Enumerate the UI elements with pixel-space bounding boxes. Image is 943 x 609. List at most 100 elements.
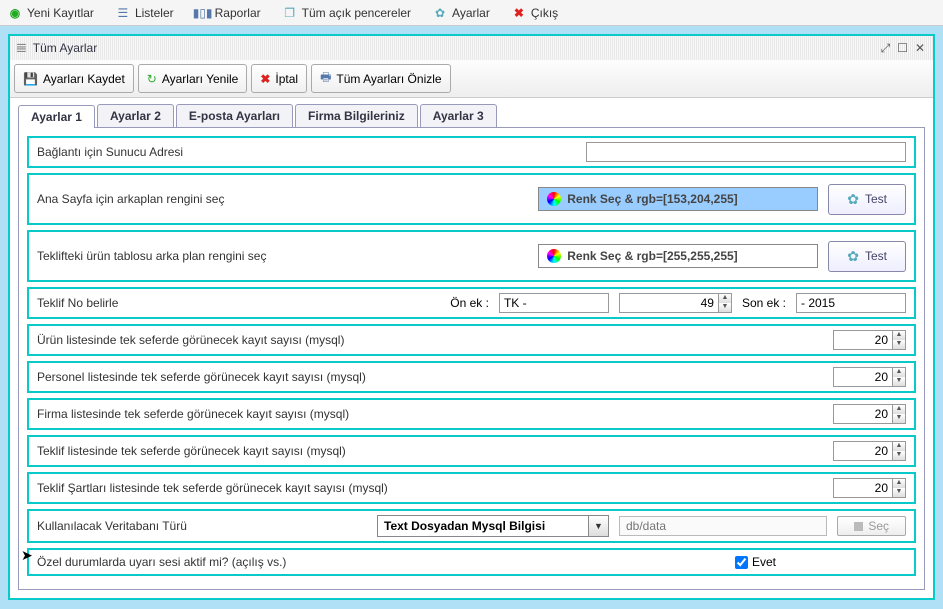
save-icon: 💾 xyxy=(23,72,38,86)
tab-strip: Ayarlar 1 Ayarlar 2 E-posta Ayarları Fir… xyxy=(18,104,925,128)
menu-settings[interactable]: ✿ Ayarlar xyxy=(433,6,490,20)
color-picker-home[interactable]: Renk Seç & rgb=[153,204,255] xyxy=(538,187,818,211)
test-label: Test xyxy=(865,192,887,206)
spinner-down-icon[interactable]: ▼ xyxy=(893,488,905,497)
refresh-button[interactable]: ↻ Ayarları Yenile xyxy=(138,64,248,93)
btn-label: Ayarları Kaydet xyxy=(43,72,125,86)
row-quote-number: Teklif No belirle Ön ek : ▲▼ Son ek : xyxy=(27,287,916,319)
test-quote-color-button[interactable]: ✿ Test xyxy=(828,241,906,272)
label-staff-count: Personel listesinde tek seferde görünece… xyxy=(37,370,366,384)
spinner-up-icon[interactable]: ▲ xyxy=(893,405,905,414)
tab-firma[interactable]: Firma Bilgileriniz xyxy=(295,104,418,127)
slider-icon: 𝌆 xyxy=(16,41,27,55)
menu-label: Raporlar xyxy=(215,6,261,20)
menu-new-records[interactable]: ◉ Yeni Kayıtlar xyxy=(8,6,94,20)
tab-ayarlar-3[interactable]: Ayarlar 3 xyxy=(420,104,497,127)
row-quotes-count: Teklif listesinde tek seferde görünecek … xyxy=(27,435,916,467)
window-titlebar: 𝌆 Tüm Ayarlar ⤢ ☐ ✕ xyxy=(10,36,933,60)
cancel-button[interactable]: ✖ İptal xyxy=(251,64,307,93)
menu-all-windows[interactable]: ❐ Tüm açık pencereler xyxy=(283,6,411,20)
spinner-firms[interactable]: ▲▼ xyxy=(833,404,906,424)
spinner-terms-value[interactable] xyxy=(833,478,893,498)
spinner-down-icon[interactable]: ▼ xyxy=(893,377,905,386)
spinner-down-icon[interactable]: ▼ xyxy=(893,414,905,423)
input-prefix[interactable] xyxy=(499,293,609,313)
spinner-down-icon[interactable]: ▼ xyxy=(893,340,905,349)
btn-label: İptal xyxy=(275,72,298,86)
spinner-products[interactable]: ▲▼ xyxy=(833,330,906,350)
tab-eposta[interactable]: E-posta Ayarları xyxy=(176,104,293,127)
spinner-staff[interactable]: ▲▼ xyxy=(833,367,906,387)
input-db-path xyxy=(619,516,827,536)
spinner-quotes-value[interactable] xyxy=(833,441,893,461)
chevron-down-icon[interactable]: ▼ xyxy=(588,516,608,536)
row-products-count: Ürün listesinde tek seferde görünecek ka… xyxy=(27,324,916,356)
test-home-color-button[interactable]: ✿ Test xyxy=(828,184,906,215)
spinner-up-icon[interactable]: ▲ xyxy=(893,442,905,451)
input-server-address[interactable] xyxy=(586,142,906,162)
row-db-type: Kullanılacak Veritabanı Türü Text Dosyad… xyxy=(27,509,916,543)
label-suffix: Son ek : xyxy=(742,296,786,310)
spinner-up-icon[interactable]: ▲ xyxy=(719,294,731,303)
label-db-type: Kullanılacak Veritabanı Türü xyxy=(37,519,367,533)
btn-label: Ayarları Yenile xyxy=(162,72,239,86)
label-server-address: Bağlantı için Sunucu Adresi xyxy=(37,145,183,159)
tab-panel: Ayarlar 1 Ayarlar 2 E-posta Ayarları Fir… xyxy=(10,98,933,598)
menu-label: Çıkış xyxy=(531,6,558,20)
spinner-up-icon[interactable]: ▲ xyxy=(893,479,905,488)
checkbox-alert-sound[interactable] xyxy=(735,556,748,569)
square-icon xyxy=(854,522,863,531)
label-alert-sound: Özel durumlarda uyarı sesi aktif mi? (aç… xyxy=(37,555,286,569)
close-icon[interactable]: ✕ xyxy=(913,41,927,56)
print-icon: 🖶 xyxy=(320,68,331,89)
spinner-staff-value[interactable] xyxy=(833,367,893,387)
label-quote-bg: Teklifteki ürün tablosu arka plan rengin… xyxy=(37,249,266,263)
cancel-icon: ✖ xyxy=(260,72,270,86)
sec-label: Seç xyxy=(868,519,889,533)
tab-content: Bağlantı için Sunucu Adresi Ana Sayfa iç… xyxy=(18,128,925,590)
chart-icon: ▮▯▮ xyxy=(196,6,210,20)
label-quote-no: Teklif No belirle xyxy=(37,296,118,310)
spinner-down-icon[interactable]: ▼ xyxy=(719,303,731,312)
menu-lists[interactable]: ☰ Listeler xyxy=(116,6,174,20)
label-prefix: Ön ek : xyxy=(450,296,489,310)
spinner-counter-value[interactable] xyxy=(619,293,719,313)
gear-icon: ✿ xyxy=(433,6,447,20)
save-button[interactable]: 💾 Ayarları Kaydet xyxy=(14,64,134,93)
spinner-up-icon[interactable]: ▲ xyxy=(893,368,905,377)
gear-icon: ✿ xyxy=(847,191,859,208)
menu-reports[interactable]: ▮▯▮ Raporlar xyxy=(196,6,261,20)
label-terms-count: Teklif Şartları listesinde tek seferde g… xyxy=(37,481,388,495)
btn-label: Tüm Ayarları Önizle xyxy=(336,72,441,86)
main-menubar: ◉ Yeni Kayıtlar ☰ Listeler ▮▯▮ Raporlar … xyxy=(0,0,943,26)
row-alert-sound: Özel durumlarda uyarı sesi aktif mi? (aç… xyxy=(27,548,916,576)
spinner-products-value[interactable] xyxy=(833,330,893,350)
spinner-terms[interactable]: ▲▼ xyxy=(833,478,906,498)
spinner-counter[interactable]: ▲▼ xyxy=(619,293,732,313)
row-quote-bg-color: Teklifteki ürün tablosu arka plan rengin… xyxy=(27,230,916,282)
color-wheel-icon xyxy=(547,192,561,206)
list-icon: ☰ xyxy=(116,6,130,20)
spinner-down-icon[interactable]: ▼ xyxy=(893,451,905,460)
input-suffix[interactable] xyxy=(796,293,906,313)
label-home-bg: Ana Sayfa için arkaplan rengini seç xyxy=(37,192,224,206)
window-toolbar: 💾 Ayarları Kaydet ↻ Ayarları Yenile ✖ İp… xyxy=(10,60,933,98)
spinner-firms-value[interactable] xyxy=(833,404,893,424)
window-title: Tüm Ayarlar xyxy=(33,41,97,55)
row-firms-count: Firma listesinde tek seferde görünecek k… xyxy=(27,398,916,430)
tab-ayarlar-1[interactable]: Ayarlar 1 xyxy=(18,105,95,128)
maximize-icon[interactable]: ☐ xyxy=(895,41,910,56)
color-picker-quote[interactable]: Renk Seç & rgb=[255,255,255] xyxy=(538,244,818,268)
spinner-quotes[interactable]: ▲▼ xyxy=(833,441,906,461)
collapse-icon[interactable]: ⤢ xyxy=(879,41,893,56)
windows-icon: ❐ xyxy=(283,6,297,20)
select-db-value: Text Dosyadan Mysql Bilgisi xyxy=(378,517,588,535)
color-btn-label: Renk Seç & rgb=[153,204,255] xyxy=(567,192,737,206)
menu-exit[interactable]: ✖ Çıkış xyxy=(512,6,558,20)
preview-button[interactable]: 🖶 Tüm Ayarları Önizle xyxy=(311,64,450,93)
spinner-up-icon[interactable]: ▲ xyxy=(893,331,905,340)
tab-ayarlar-2[interactable]: Ayarlar 2 xyxy=(97,104,174,127)
gear-icon: ✿ xyxy=(847,248,859,265)
menu-label: Listeler xyxy=(135,6,174,20)
select-db-type[interactable]: Text Dosyadan Mysql Bilgisi ▼ xyxy=(377,515,609,537)
